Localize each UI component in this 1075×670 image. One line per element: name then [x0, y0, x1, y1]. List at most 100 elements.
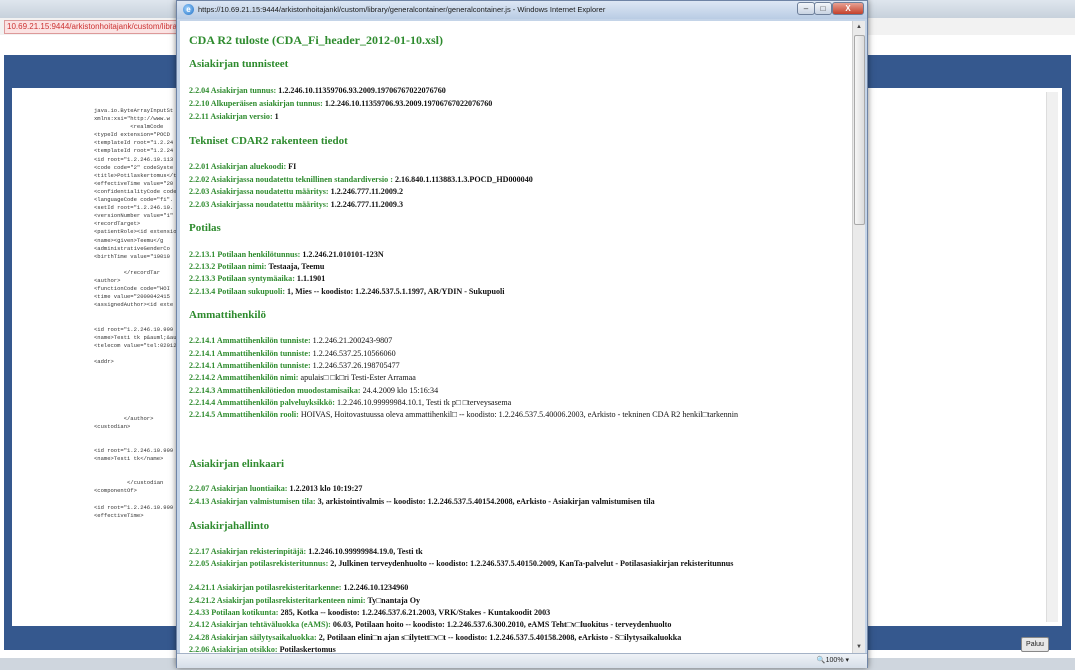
field-label: 2.2.13.3 Potilaan syntymäaika: [189, 274, 295, 283]
xml-source-line: <versionNumber value="1" [94, 212, 174, 220]
field-value: Testaaja, Teemu [266, 262, 325, 271]
maximize-button[interactable]: □ [814, 2, 832, 15]
status-bar: 🔍100% ▾ [177, 653, 867, 668]
field-line: 2.2.14.4 Ammattihenkilön palveluyksikkö:… [189, 397, 814, 408]
field-label: 2.2.10 Alkuperäisen asiakirjan tunnus: [189, 99, 323, 108]
field-line: 2.2.01 Asiakirjan aluekoodi: FI [189, 161, 814, 172]
xml-source-line: <id root="1.2.246.10.999 [94, 325, 174, 333]
field-label: 2.2.14.1 Ammattihenkilön tunniste: [189, 349, 311, 358]
scroll-thumb[interactable] [854, 35, 865, 225]
section-heading: Potilas [189, 222, 221, 234]
field-label: 2.4.33 Potilaan kotikunta: [189, 608, 279, 617]
section-heading: Asiakirjahallinto [189, 520, 270, 532]
field-line: 2.4.13 Asiakirjan valmistumisen tila: 3,… [189, 496, 814, 507]
xml-source-line: </recordTar [94, 268, 161, 276]
field-line: 2.2.14.1 Ammattihenkilön tunniste: 1.2.2… [189, 335, 814, 346]
xml-source-line [94, 309, 184, 317]
xml-source-line: <custodian> [94, 422, 131, 430]
xml-source-line: <languageCode code="fi". [94, 196, 174, 204]
scroll-up-arrow-icon[interactable]: ▲ [853, 21, 865, 33]
field-value: 1.1.1901 [294, 274, 326, 283]
xml-source-line [94, 463, 184, 471]
field-line: 2.4.28 Asiakirjan säilytysaikaluokka: 2,… [189, 632, 814, 643]
xml-source-line: <componentOf> [94, 487, 137, 495]
field-label: 2.2.14.4 Ammattihenkilön palveluyksikkö: [189, 398, 335, 407]
field-line: 2.2.06 Asiakirjan otsikko: Potilaskertom… [189, 644, 814, 653]
scroll-down-arrow-icon[interactable]: ▼ [853, 641, 865, 653]
background-scrollbar[interactable] [1046, 92, 1058, 622]
close-button[interactable]: X [832, 2, 864, 15]
xml-source-line: <realmCode [94, 123, 164, 131]
field-label: 2.2.01 Asiakirjan aluekoodi: [189, 162, 287, 171]
field-value: apulais□ □k□ri Testi-Ester Arramaa [298, 373, 416, 382]
document-content: CDA R2 tuloste (CDA_Fi_header_2012-01-10… [180, 21, 852, 653]
field-value: 1, Mies -- koodisto: 1.2.246.537.5.1.199… [285, 287, 505, 296]
field-value: 2, Potilaan elini□n ajan s□ilytett□v□t -… [316, 633, 682, 642]
field-value: 1.2.246.777.11.2009.2 [328, 187, 404, 196]
field-label: 2.2.17 Asiakirjan rekisterinpitäjä: [189, 547, 307, 556]
field-label: 2.2.04 Asiakirjan tunnus: [189, 86, 277, 95]
xml-source-line [94, 471, 184, 479]
xml-source-line: <templateId root="1.2.24 [94, 147, 174, 155]
document-title: CDA R2 tuloste (CDA_Fi_header_2012-01-10… [189, 33, 443, 47]
paluu-button[interactable]: Paluu [1021, 637, 1049, 652]
xml-source-line: <administrativeGenderCo [94, 244, 170, 252]
section-heading: Asiakirjan tunnisteet [189, 58, 289, 70]
field-label: 2.4.21.1 Asiakirjan potilasrekisteritark… [189, 583, 342, 592]
xml-source-line: <telecom value="tel:02012 [94, 341, 177, 349]
section-heading: Tekniset CDAR2 rakenteen tiedot [189, 135, 348, 147]
field-label: 2.2.06 Asiakirjan otsikko: [189, 645, 278, 653]
xml-source-line: </custodian [94, 479, 164, 487]
field-value: 1.2.246.21.200243-9807 [310, 336, 393, 345]
field-value: 2, Julkinen terveydenhuolto -- koodisto:… [328, 559, 734, 568]
field-label: 2.2.13.4 Potilaan sukupuoli: [189, 287, 286, 296]
xml-source-line: <confidentialityCode code [94, 187, 177, 195]
field-value: Ty□nantaja Oy [365, 596, 421, 605]
field-value: 1.2.246.10.1234960 [341, 583, 409, 592]
field-label: 2.2.14.2 Ammattihenkilön nimi: [189, 373, 299, 382]
window-titlebar[interactable]: e https://10.69.21.15:9444/arkistonhoita… [177, 1, 867, 19]
field-label: 2.2.11 Asiakirjan versio: [189, 112, 273, 121]
xml-source-line: <patientRole><id extensio [94, 228, 177, 236]
background-address-field[interactable]: 10.69.21.15:9444/arkistonhoitajank/custo… [4, 20, 178, 34]
xml-source-line: <id root="1.2.246.10.999 [94, 446, 174, 454]
field-line: 2.4.33 Potilaan kotikunta: 285, Kotka --… [189, 607, 814, 618]
xml-source-line: <effectiveTime> [94, 511, 144, 519]
xml-source-line: xmlns:xsi="http://www.w [94, 115, 170, 123]
xml-source-line: <id root="1.2.246.10.999 [94, 503, 174, 511]
field-value: 1.2.2013 klo 10:19:27 [287, 484, 363, 493]
xml-source-line [94, 390, 184, 398]
field-value: 1.2.246.777.11.2009.3 [328, 200, 404, 209]
xml-source-line: <functionCode code="HOI [94, 285, 170, 293]
xml-source-line: <addr> [94, 357, 114, 365]
field-line: 2.2.14.2 Ammattihenkilön nimi: apulais□ … [189, 372, 814, 383]
field-line: 2.2.02 Asiakirjassa noudatettu teknillin… [189, 174, 814, 185]
field-line: 2.4.21.1 Asiakirjan potilasrekisteritark… [189, 582, 814, 593]
field-label: 2.2.13.1 Potilaan henkilötunnus: [189, 250, 301, 259]
field-label: 2.4.21.2 Asiakirjan potilasrekisteritark… [189, 596, 366, 605]
field-line: 2.2.10 Alkuperäisen asiakirjan tunnus: 1… [189, 98, 814, 109]
field-value: 1.2.246.10.11359706.93.2009.197067670220… [276, 86, 446, 95]
vertical-scrollbar[interactable]: ▲ ▼ [852, 21, 865, 653]
xml-source-line: </author> [94, 414, 154, 422]
zoom-level[interactable]: 🔍100% ▾ [817, 656, 849, 664]
field-value: 285, Kotka -- koodisto: 1.2.246.537.6.21… [278, 608, 551, 617]
field-label: 2.4.13 Asiakirjan valmistumisen tila: [189, 497, 316, 506]
minimize-button[interactable]: – [797, 2, 815, 15]
xml-source-line [94, 496, 184, 504]
xml-source-line: <author> [94, 276, 121, 284]
xml-source-line: <name><given>Teemu</g [94, 236, 164, 244]
field-value: 3, arkistointivalmis -- koodisto: 1.2.24… [315, 497, 655, 506]
field-line: 2.2.03 Asiakirjassa noudatettu määritys:… [189, 186, 814, 197]
xml-source-line [94, 406, 184, 414]
xml-source-line: <recordTarget> [94, 220, 141, 228]
field-value: 1.2.246.537.25.10566060 [310, 349, 396, 358]
xml-source-line: <typeId extension="POCD [94, 131, 170, 139]
xml-source-line [94, 366, 184, 374]
xml-source-line: <birthTime value="19010 [94, 252, 170, 260]
section-heading: Ammattihenkilö [189, 309, 266, 321]
field-value: 1.2.246.10.99999984.10.1, Testi tk p□ □t… [334, 398, 512, 407]
field-line: 2.4.21.2 Asiakirjan potilasrekisteritark… [189, 595, 814, 606]
field-line: 2.2.03 Asiakirjassa noudatettu määritys:… [189, 199, 814, 210]
field-line: 2.2.04 Asiakirjan tunnus: 1.2.246.10.113… [189, 85, 814, 96]
